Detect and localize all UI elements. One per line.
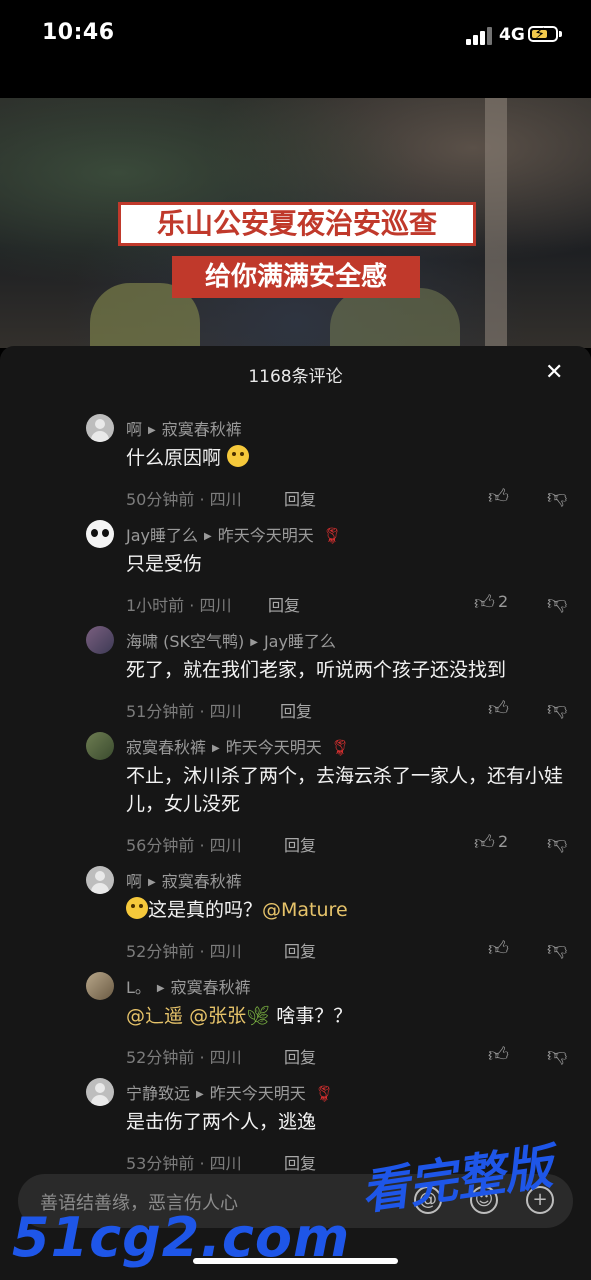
reply-arrow-icon: ▶ — [196, 1089, 204, 1100]
comment-header: Jay睡了么 ▶ 昨天今天明天 🌹︎ — [126, 522, 342, 546]
avatar[interactable] — [86, 626, 114, 654]
clock: 10:46 — [42, 20, 115, 45]
comment-time-location: 53分钟前 · 四川 — [126, 1154, 242, 1173]
reply-arrow-icon: ▶ — [156, 983, 165, 994]
like-count: 2 — [498, 592, 509, 611]
comment-header: 啊 ▶ 寂寞春秋裤 — [126, 416, 242, 440]
thumb-down-icon[interactable]: 👎︎ — [547, 1042, 567, 1067]
reply-button[interactable]: 回复 — [280, 698, 312, 722]
avatar[interactable] — [86, 1078, 114, 1106]
leaf-icon: 🌿︎ — [246, 1005, 271, 1027]
comment-author[interactable]: 海啸 (SK空气鸭) — [126, 632, 244, 651]
rose-icon: 🌹︎ — [321, 526, 343, 545]
mention-link[interactable]: @Mature — [262, 899, 348, 921]
reply-arrow-icon: ▶ — [148, 425, 156, 436]
reply-button[interactable]: 回复 — [284, 1150, 316, 1174]
thumb-up-icon[interactable]: 👍︎ — [474, 830, 495, 855]
reply-button[interactable]: 回复 — [284, 832, 316, 856]
thumb-down-icon[interactable]: 👎︎ — [547, 936, 567, 961]
reply-target[interactable]: 昨天今天明天 — [226, 738, 322, 757]
comment-time-location: 52分钟前 · 四川 — [126, 942, 242, 961]
mention-link[interactable]: @辶遥 — [126, 1005, 183, 1027]
thumb-down-icon[interactable]: 👎︎ — [547, 484, 567, 509]
comment-author[interactable]: L。 — [126, 978, 151, 997]
comment-time-location: 52分钟前 · 四川 — [126, 1048, 242, 1067]
reply-button[interactable]: 回复 — [284, 1044, 316, 1068]
reply-target[interactable]: 寂寞春秋裤 — [162, 872, 242, 891]
comment-text: 死了，就在我们老家，听说两个孩子还没找到 — [126, 659, 507, 681]
avatar[interactable] — [86, 866, 114, 894]
rose-icon: 🌹︎ — [329, 738, 351, 757]
comments-count-title: 1168条评论 — [248, 367, 343, 387]
video-player[interactable]: 乐山公安夏夜治安巡查 给你满满安全感 — [0, 98, 591, 348]
comment-author[interactable]: 啊 — [126, 420, 142, 439]
comment-text: @辶遥 @张张🌿︎ 啥事？？ — [126, 1005, 353, 1027]
thumb-down-icon[interactable]: 👎︎ — [547, 830, 567, 855]
reply-target[interactable]: 昨天今天明天 — [210, 1084, 306, 1103]
thumb-down-icon[interactable]: 👎︎ — [547, 696, 567, 721]
reply-button[interactable]: 回复 — [284, 486, 316, 510]
close-icon[interactable]: ✕ — [545, 360, 563, 385]
network-type: 4G — [499, 25, 525, 45]
reply-arrow-icon: ▶ — [148, 877, 156, 888]
comment-text: 这是真的吗？@Mature — [126, 896, 566, 924]
thumb-up-icon[interactable]: 👍︎ — [474, 590, 495, 615]
reply-button[interactable]: 回复 — [284, 938, 316, 962]
comment-text: 是击伤了两个人，逃逸 — [126, 1111, 317, 1133]
like-count: 2 — [498, 832, 509, 851]
comment-author[interactable]: 寂寞春秋裤 — [126, 738, 206, 757]
video-headline: 乐山公安夏夜治安巡查 — [118, 202, 476, 246]
comment-time-location: 1小时前 · 四川 — [126, 596, 232, 615]
video-background — [485, 98, 507, 348]
reply-target[interactable]: 寂寞春秋裤 — [162, 420, 242, 439]
reply-arrow-icon: ▶ — [250, 637, 258, 648]
avatar[interactable] — [86, 972, 114, 1000]
thumb-up-icon[interactable]: 👍︎ — [488, 936, 509, 961]
avatar[interactable] — [86, 414, 114, 442]
comment-text: 什么原因啊 — [126, 444, 566, 472]
reply-target[interactable]: 寂寞春秋裤 — [171, 978, 251, 997]
signal-icon — [466, 27, 494, 45]
comment-header: 海啸 (SK空气鸭) ▶ Jay睡了么 — [126, 628, 336, 652]
battery-icon: ⚡ — [528, 24, 558, 43]
home-indicator[interactable] — [193, 1258, 398, 1264]
reply-arrow-icon: ▶ — [204, 531, 212, 542]
comment-time-location: 51分钟前 · 四川 — [126, 702, 242, 721]
emoji-icon — [126, 897, 148, 919]
mention-link[interactable]: @张张 — [189, 1005, 246, 1027]
comment-text: 只是受伤 — [126, 553, 203, 575]
comment-header: 啊 ▶ 寂寞春秋裤 — [126, 868, 242, 892]
comment-author[interactable]: 宁静致远 — [126, 1084, 190, 1103]
comment-author[interactable]: 啊 — [126, 872, 142, 891]
reply-target[interactable]: 昨天今天明天 — [218, 526, 314, 545]
comment-time-location: 56分钟前 · 四川 — [126, 836, 242, 855]
avatar[interactable] — [86, 732, 114, 760]
reply-target[interactable]: Jay睡了么 — [264, 632, 336, 651]
rose-icon: 🌹︎ — [313, 1084, 335, 1103]
battery-tip — [559, 31, 562, 37]
status-bar: 10:46 4G ⚡ — [0, 0, 591, 98]
comment-header: 寂寞春秋裤 ▶ 昨天今天明天 🌹︎ — [126, 734, 350, 758]
comment-text: 不止，沐川杀了两个，去海云杀了一家人，还有小娃儿，女儿没死 — [126, 765, 564, 815]
avatar[interactable] — [86, 520, 114, 548]
comment-author[interactable]: Jay睡了么 — [126, 526, 198, 545]
thumb-up-icon[interactable]: 👍︎ — [488, 484, 509, 509]
video-subheadline: 给你满满安全感 — [172, 256, 420, 298]
comment-time-location: 50分钟前 · 四川 — [126, 490, 242, 509]
thumb-down-icon[interactable]: 👎︎ — [547, 590, 567, 615]
comment-header: L。 ▶ 寂寞春秋裤 — [126, 974, 251, 998]
thumb-up-icon[interactable]: 👍︎ — [488, 696, 509, 721]
reply-arrow-icon: ▶ — [212, 743, 220, 754]
reply-button[interactable]: 回复 — [268, 592, 300, 616]
thumb-up-icon[interactable]: 👍︎ — [488, 1042, 509, 1067]
comment-header: 宁静致远 ▶ 昨天今天明天 🌹︎ — [126, 1080, 334, 1104]
emoji-icon — [227, 445, 250, 467]
